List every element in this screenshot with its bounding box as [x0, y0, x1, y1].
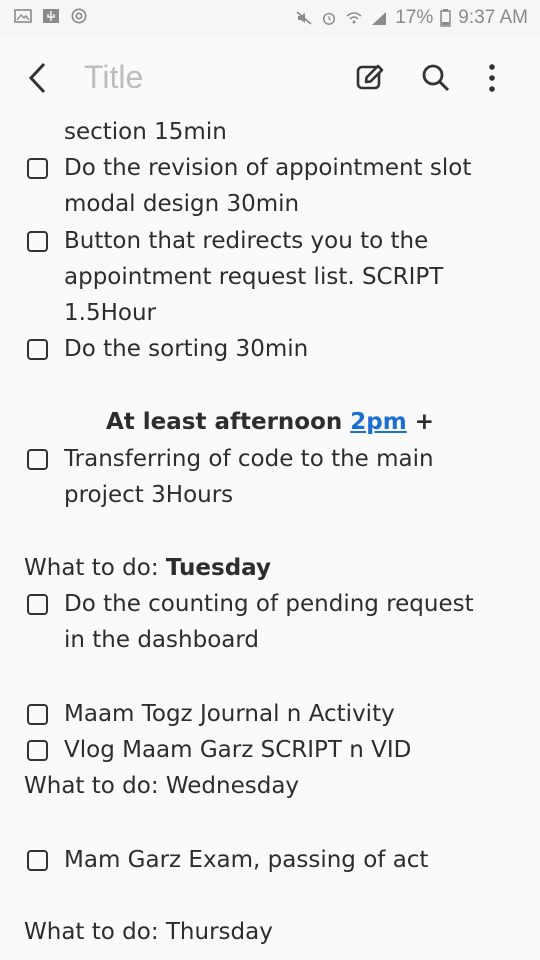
- checkbox[interactable]: [27, 850, 48, 871]
- mute-icon: [296, 11, 312, 25]
- usb-icon: [43, 9, 59, 23]
- back-arrow-icon: [28, 62, 46, 94]
- app-bar: Title: [0, 36, 540, 118]
- gallery-notification-icon: [14, 9, 32, 23]
- signal-icon: [372, 12, 387, 25]
- status-bar: 17% 9:37 AM: [0, 0, 540, 36]
- at-sign-icon: [71, 8, 87, 24]
- more-vert-icon: [489, 64, 495, 92]
- note-body[interactable]: section 15min Do the revision of appoint…: [0, 118, 540, 960]
- afternoon-heading: At least afternoon: [105, 409, 343, 435]
- checkbox[interactable]: [27, 339, 48, 360]
- search-icon: [422, 64, 450, 92]
- title-input[interactable]: Title: [84, 54, 143, 100]
- search-button[interactable]: [416, 58, 456, 98]
- back-button[interactable]: [22, 58, 58, 98]
- checkbox[interactable]: [27, 231, 48, 252]
- checkbox[interactable]: [27, 158, 48, 179]
- checkbox[interactable]: [27, 704, 48, 725]
- checkbox[interactable]: [27, 594, 48, 615]
- battery-icon: [440, 9, 452, 27]
- plus-sign: +: [414, 409, 435, 435]
- clock: 9:37 AM: [458, 7, 528, 28]
- what-to-do-label: What to do:: [24, 555, 159, 581]
- battery-percent: 17%: [395, 7, 434, 28]
- checkbox[interactable]: [27, 740, 48, 761]
- edit-icon: [356, 64, 384, 90]
- time-link[interactable]: 2pm: [350, 409, 406, 435]
- alarm-icon: [323, 12, 336, 25]
- wifi-icon: [346, 12, 362, 24]
- checkbox[interactable]: [27, 449, 48, 470]
- more-options-button[interactable]: [472, 58, 512, 98]
- day-label: Tuesday: [165, 555, 271, 581]
- edit-button[interactable]: [350, 58, 390, 98]
